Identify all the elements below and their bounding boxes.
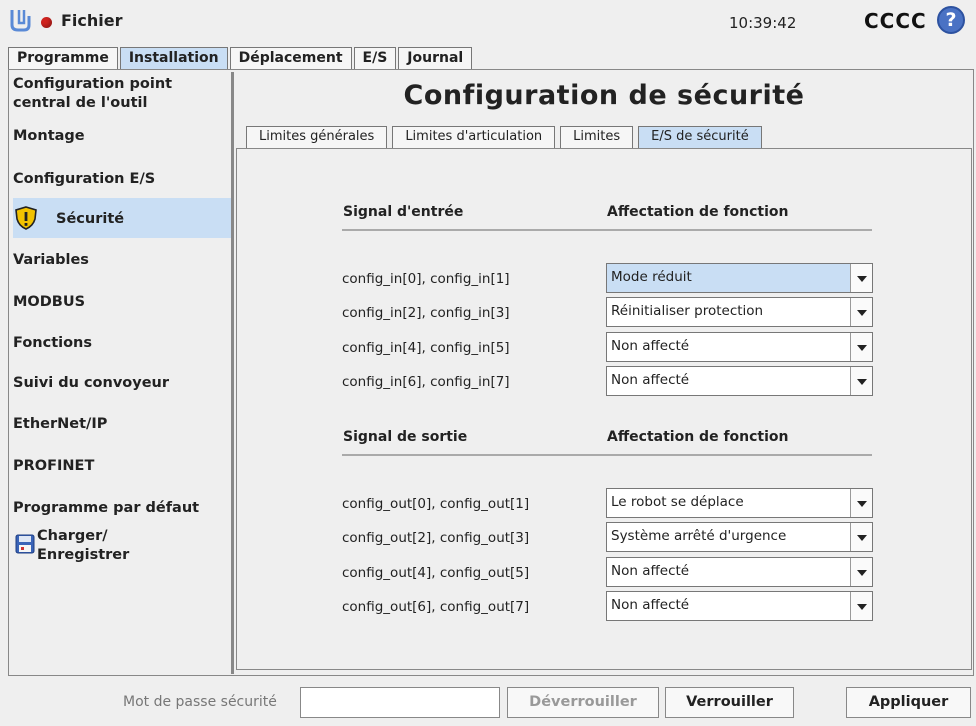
main-tabs: Programme Installation Déplacement E/S J… <box>8 47 474 70</box>
select-value: Non affecté <box>611 338 690 354</box>
sidebar-item-load-save[interactable]: Charger/ Enregistrer <box>13 527 231 569</box>
sidebar-item-profinet[interactable]: PROFINET <box>13 457 231 476</box>
tab-programme[interactable]: Programme <box>8 47 118 70</box>
select-value: Non affecté <box>611 597 690 613</box>
sidebar-item-securite[interactable]: Sécurité <box>13 198 231 238</box>
select-value: Non affecté <box>611 563 690 579</box>
input-signal-label: config_in[2], config_in[3] <box>342 305 510 321</box>
apply-button[interactable]: Appliquer <box>846 687 971 718</box>
file-menu[interactable]: Fichier <box>61 11 123 30</box>
select-value: Non affecté <box>611 372 690 388</box>
lock-button[interactable]: Verrouiller <box>665 687 794 718</box>
password-field[interactable] <box>300 687 500 718</box>
sidebar-item-default-program[interactable]: Programme par défaut <box>13 499 231 518</box>
ur-logo-icon <box>10 10 31 32</box>
password-label: Mot de passe sécurité <box>123 694 277 710</box>
dropdown-arrow-icon[interactable] <box>850 333 872 361</box>
tab-general-limits[interactable]: Limites générales <box>246 126 388 148</box>
tab-joint-limits[interactable]: Limites d'articulation <box>392 126 556 148</box>
dropdown-arrow-icon[interactable] <box>850 264 872 292</box>
input-signal-label: config_in[0], config_in[1] <box>342 271 510 287</box>
input-signal-label: config_in[6], config_in[7] <box>342 374 510 390</box>
output-function-select[interactable]: Non affecté <box>606 591 873 621</box>
sidebar-item-variables[interactable]: Variables <box>13 251 231 270</box>
shield-warning-icon <box>15 206 37 230</box>
robot-name: CCCC <box>864 9 927 33</box>
tab-boundaries[interactable]: Limites <box>560 126 634 148</box>
input-signal-label: config_in[4], config_in[5] <box>342 340 510 356</box>
tab-es[interactable]: E/S <box>353 47 397 70</box>
sidebar-item-ethernetip[interactable]: EtherNet/IP <box>13 415 231 434</box>
sidebar: Configuration point central de l'outil M… <box>13 72 231 674</box>
output-signal-label: config_out[4], config_out[5] <box>342 565 530 581</box>
select-value: Le robot se déplace <box>611 494 744 510</box>
select-value: Mode réduit <box>611 269 692 285</box>
select-value: Système arrêté d'urgence <box>611 528 787 544</box>
tab-deplacement[interactable]: Déplacement <box>229 47 352 70</box>
tab-safety-io[interactable]: E/S de sécurité <box>638 126 762 148</box>
dropdown-arrow-icon[interactable] <box>850 558 872 586</box>
dropdown-arrow-icon[interactable] <box>850 523 872 551</box>
sidebar-item-modbus[interactable]: MODBUS <box>13 293 231 312</box>
title-bar: Fichier 10:39:42 CCCC ? <box>0 0 976 46</box>
sidebar-item-tcp-config[interactable]: Configuration point central de l'outil <box>13 75 231 117</box>
output-function-header: Affectation de fonction <box>607 429 789 445</box>
output-signal-label: config_out[0], config_out[1] <box>342 496 530 512</box>
input-function-select[interactable]: Réinitialiser protection <box>606 297 873 327</box>
safety-tabs: Limites générales Limites d'articulation… <box>246 126 767 148</box>
robot-status-icon[interactable] <box>41 17 52 28</box>
sidebar-item-fonctions[interactable]: Fonctions <box>13 334 231 353</box>
sidebar-item-convoyeur[interactable]: Suivi du convoyeur <box>13 374 231 393</box>
input-function-select[interactable]: Non affecté <box>606 332 873 362</box>
input-function-select[interactable]: Mode réduit <box>606 263 873 293</box>
sidebar-item-label: Charger/ Enregistrer <box>37 528 130 563</box>
divider <box>342 454 872 456</box>
input-function-select[interactable]: Non affecté <box>606 366 873 396</box>
unlock-button[interactable]: Déverrouiller <box>507 687 659 718</box>
sidebar-divider <box>231 72 234 674</box>
select-value: Réinitialiser protection <box>611 303 764 319</box>
output-function-select[interactable]: Le robot se déplace <box>606 488 873 518</box>
help-icon[interactable]: ? <box>937 6 965 34</box>
input-function-header: Affectation de fonction <box>607 204 789 220</box>
tab-journal[interactable]: Journal <box>398 47 473 70</box>
clock: 10:39:42 <box>729 14 797 32</box>
sidebar-item-io-config[interactable]: Configuration E/S <box>13 170 231 189</box>
input-signal-header: Signal d'entrée <box>343 204 464 220</box>
dropdown-arrow-icon[interactable] <box>850 489 872 517</box>
page-title: Configuration de sécurité <box>403 80 805 111</box>
sidebar-item-label: Sécurité <box>56 211 125 227</box>
dropdown-arrow-icon[interactable] <box>850 298 872 326</box>
sidebar-item-montage[interactable]: Montage <box>13 127 231 146</box>
divider <box>342 229 872 231</box>
tab-installation[interactable]: Installation <box>119 47 228 70</box>
floppy-disk-icon <box>15 534 35 554</box>
dropdown-arrow-icon[interactable] <box>850 592 872 620</box>
output-function-select[interactable]: Non affecté <box>606 557 873 587</box>
output-signal-label: config_out[2], config_out[3] <box>342 530 530 546</box>
output-signal-header: Signal de sortie <box>343 429 468 445</box>
dropdown-arrow-icon[interactable] <box>850 367 872 395</box>
output-signal-label: config_out[6], config_out[7] <box>342 599 530 615</box>
output-function-select[interactable]: Système arrêté d'urgence <box>606 522 873 552</box>
